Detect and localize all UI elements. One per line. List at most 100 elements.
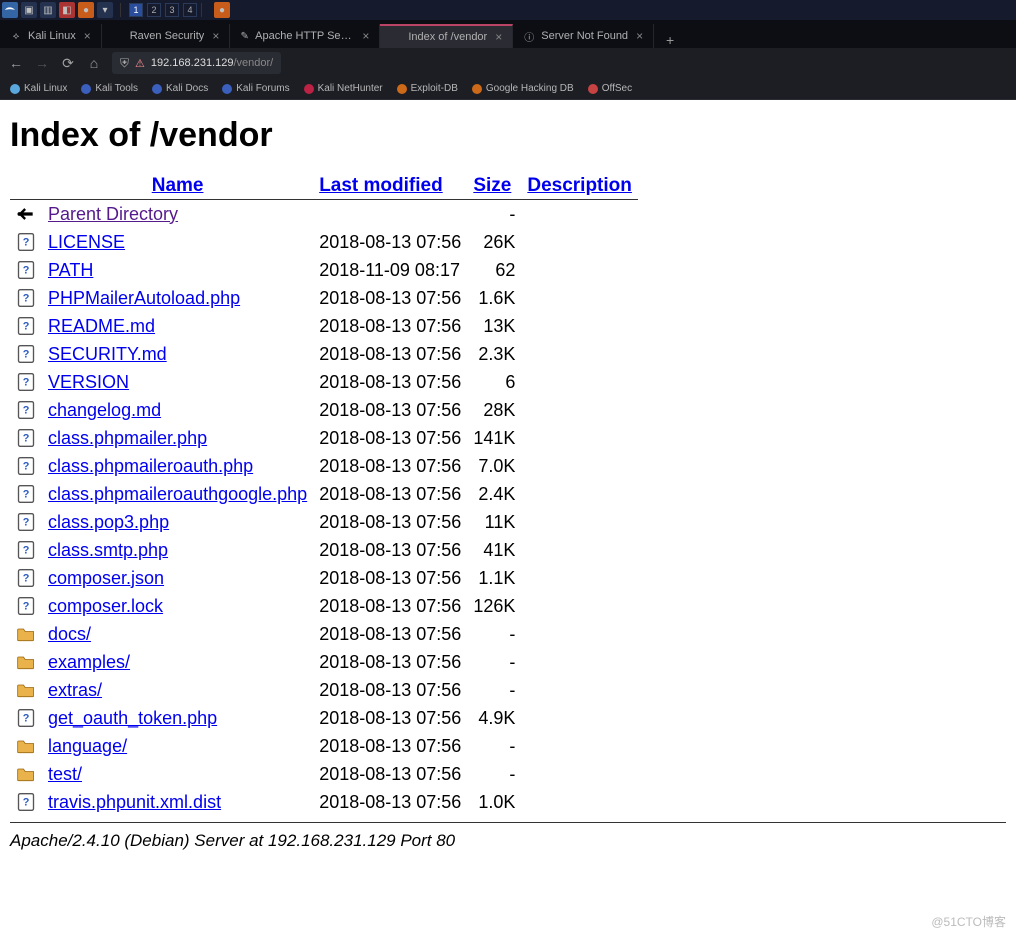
file-link[interactable]: LICENSE — [48, 232, 125, 252]
unknown-icon — [16, 315, 36, 337]
file-link[interactable]: class.phpmailer.php — [48, 428, 207, 448]
file-link[interactable]: class.smtp.php — [48, 540, 168, 560]
back-button[interactable]: ← — [8, 55, 24, 71]
bookmark-item[interactable]: Kali Linux — [10, 83, 67, 94]
file-link[interactable]: Parent Directory — [48, 204, 178, 224]
file-modified: 2018-08-13 07:56 — [313, 564, 467, 592]
file-link[interactable]: composer.json — [48, 568, 164, 588]
table-row: extras/2018-08-13 07:56- — [10, 676, 638, 704]
file-size: 62 — [467, 256, 521, 284]
browser-tab[interactable]: ✎Apache HTTP Server Ver…× — [230, 24, 380, 48]
file-link[interactable]: class.phpmaileroauthgoogle.php — [48, 484, 307, 504]
address-bar[interactable]: ⛨ ⚠ 192.168.231.129/vendor/ — [112, 52, 281, 74]
bookmark-label: Kali Docs — [166, 83, 208, 94]
unknown-icon — [16, 427, 36, 449]
table-row: class.phpmaileroauthgoogle.php2018-08-13… — [10, 480, 638, 508]
unknown-icon — [16, 343, 36, 365]
bookmark-item[interactable]: Kali NetHunter — [304, 83, 383, 94]
tab-close-button[interactable]: × — [212, 29, 219, 43]
taskbar-app-firefox-icon[interactable]: ● — [78, 2, 94, 18]
directory-listing-body: Parent Directory - LICENSE 2018-08-13 07:56… — [10, 200, 638, 817]
unknown-icon — [16, 567, 36, 589]
file-size: 126K — [467, 592, 521, 620]
bookmark-item[interactable]: Kali Forums — [222, 83, 289, 94]
tab-close-button[interactable]: × — [362, 29, 369, 43]
taskbar-app-editor-icon[interactable]: ◧ — [59, 2, 75, 18]
bookmark-item[interactable]: Kali Tools — [81, 83, 138, 94]
insecure-lock-icon[interactable]: ⚠ — [135, 57, 145, 70]
forward-button[interactable]: → — [34, 55, 50, 71]
browser-toolbar: ← → ⟳ ⌂ ⛨ ⚠ 192.168.231.129/vendor/ — [0, 48, 1016, 78]
file-link[interactable]: language/ — [48, 736, 127, 756]
table-row: PHPMailerAutoload.php2018-08-13 07:561.6… — [10, 284, 638, 312]
bookmark-favicon — [472, 84, 482, 94]
col-modified[interactable]: Last modified — [313, 173, 467, 200]
unknown-icon — [16, 371, 36, 393]
bookmark-label: Exploit-DB — [411, 83, 458, 94]
browser-tab[interactable]: ⓘServer Not Found× — [513, 24, 654, 48]
file-link[interactable]: SECURITY.md — [48, 344, 167, 364]
taskbar-app-terminal-icon[interactable]: ▣ — [21, 2, 37, 18]
file-size: - — [467, 200, 521, 229]
workspace-3[interactable]: 3 — [165, 3, 179, 17]
browser-tab[interactable]: ⟡Kali Linux× — [0, 24, 102, 48]
file-link[interactable]: PATH — [48, 260, 93, 280]
file-modified — [313, 200, 467, 229]
file-link[interactable]: test/ — [48, 764, 82, 784]
bookmark-favicon — [81, 84, 91, 94]
tab-close-button[interactable]: × — [84, 29, 91, 43]
file-link[interactable]: get_oauth_token.php — [48, 708, 217, 728]
file-link[interactable]: VERSION — [48, 372, 129, 392]
tab-close-button[interactable]: × — [636, 29, 643, 43]
taskbar-running-firefox-icon[interactable]: ● — [214, 2, 230, 18]
unknown-icon — [16, 511, 36, 533]
file-link[interactable]: extras/ — [48, 680, 102, 700]
file-desc — [521, 424, 638, 452]
file-desc — [521, 564, 638, 592]
col-name[interactable]: Name — [42, 173, 313, 200]
folder-icon — [16, 763, 36, 785]
workspace-2[interactable]: 2 — [147, 3, 161, 17]
bookmark-label: OffSec — [602, 83, 632, 94]
file-desc — [521, 704, 638, 732]
kali-menu-icon[interactable] — [2, 2, 18, 18]
new-tab-button[interactable]: + — [658, 32, 682, 48]
taskbar-app-files-icon[interactable]: ▥ — [40, 2, 56, 18]
browser-tab-strip: ⟡Kali Linux×Raven Security×✎Apache HTTP … — [0, 20, 1016, 48]
tracking-shield-icon[interactable]: ⛨ — [120, 56, 129, 71]
folder-icon — [16, 735, 36, 757]
file-link[interactable]: PHPMailerAutoload.php — [48, 288, 240, 308]
col-desc[interactable]: Description — [521, 173, 638, 200]
bookmark-item[interactable]: Kali Docs — [152, 83, 208, 94]
file-modified: 2018-08-13 07:56 — [313, 704, 467, 732]
workspace-4[interactable]: 4 — [183, 3, 197, 17]
taskbar-app-shell-icon[interactable]: ▾ — [97, 2, 113, 18]
bookmark-item[interactable]: Exploit-DB — [397, 83, 458, 94]
browser-tab[interactable]: Raven Security× — [102, 24, 231, 48]
file-link[interactable]: docs/ — [48, 624, 91, 644]
home-button[interactable]: ⌂ — [86, 55, 102, 71]
file-link[interactable]: README.md — [48, 316, 155, 336]
file-link[interactable]: class.phpmaileroauth.php — [48, 456, 253, 476]
browser-tab[interactable]: Index of /vendor× — [380, 24, 513, 48]
tab-close-button[interactable]: × — [495, 30, 502, 44]
table-row: examples/2018-08-13 07:56- — [10, 648, 638, 676]
unknown-icon — [16, 791, 36, 813]
bookmark-item[interactable]: Google Hacking DB — [472, 83, 574, 94]
workspace-1[interactable]: 1 — [129, 3, 143, 17]
workspace-switcher[interactable]: 1234 — [129, 3, 197, 17]
file-link[interactable]: examples/ — [48, 652, 130, 672]
file-link[interactable]: changelog.md — [48, 400, 161, 420]
file-desc — [521, 620, 638, 648]
col-size[interactable]: Size — [467, 173, 521, 200]
file-link[interactable]: travis.phpunit.xml.dist — [48, 792, 221, 812]
unknown-icon — [16, 231, 36, 253]
unknown-icon — [16, 595, 36, 617]
file-link[interactable]: class.pop3.php — [48, 512, 169, 532]
tab-label: Server Not Found — [541, 30, 628, 42]
file-link[interactable]: composer.lock — [48, 596, 163, 616]
reload-button[interactable]: ⟳ — [60, 55, 76, 71]
file-size: 41K — [467, 536, 521, 564]
col-icon — [10, 173, 42, 200]
bookmark-item[interactable]: OffSec — [588, 83, 632, 94]
